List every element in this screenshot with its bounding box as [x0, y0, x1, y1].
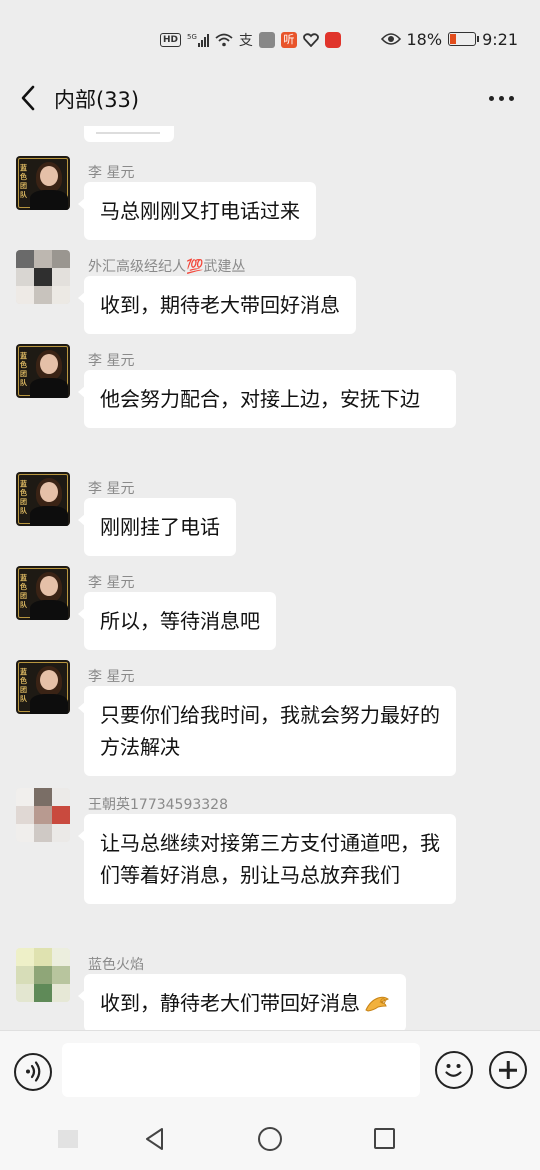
wifi-icon — [215, 33, 233, 47]
listen-app-icon: 听 — [280, 32, 297, 48]
clock: 9:21 — [482, 29, 518, 49]
avatar-seal-text: 蓝色团队 — [20, 574, 27, 609]
voice-icon — [26, 1061, 41, 1082]
avatar-seal-text: 蓝色团队 — [20, 352, 27, 387]
avatar[interactable]: 蓝色团队 — [16, 156, 70, 210]
avatar[interactable]: 蓝色团队 — [16, 566, 70, 620]
nav-back-icon[interactable] — [142, 1126, 168, 1152]
cut-off-message-bubble — [84, 126, 174, 142]
nav-indicator — [58, 1130, 78, 1148]
avatar[interactable] — [16, 250, 70, 304]
notification-app-icon — [324, 32, 341, 48]
sender-name: 王朝英17734593328 — [88, 797, 228, 813]
chat-header: 内部(33) — [0, 70, 540, 126]
battery-percent: 18% — [406, 29, 443, 49]
avatar[interactable] — [16, 948, 70, 1002]
message-bubble[interactable]: 所以，等待消息吧 — [78, 592, 276, 650]
avatar-seal-text: 蓝色团队 — [20, 164, 27, 199]
more-actions-button[interactable] — [489, 1051, 527, 1089]
avatar-seal-text: 蓝色团队 — [20, 668, 27, 703]
message-bubble[interactable]: 刚刚挂了电话 — [78, 498, 236, 556]
input-bar — [0, 1030, 540, 1112]
avatar[interactable]: 蓝色团队 — [16, 660, 70, 714]
avatar[interactable]: 蓝色团队 — [16, 472, 70, 526]
message-input[interactable] — [62, 1043, 420, 1097]
sender-name: 李 星元 — [88, 575, 135, 591]
nav-recent-apps-icon[interactable] — [374, 1128, 395, 1149]
app-icon-gray — [258, 32, 275, 48]
heart-shield-icon — [303, 33, 319, 47]
message-bubble[interactable]: 只要你们给我时间，我就会努力最好的方法解决 — [78, 686, 456, 776]
message-list[interactable]: 蓝色团队 李 星元 马总刚刚又打电话过来 外汇高级经纪人💯武建丛 收到，期待老大… — [0, 126, 540, 1030]
alipay-icon: 支 — [238, 33, 253, 49]
more-dot-icon — [488, 95, 494, 101]
eye-icon — [380, 33, 401, 45]
avatar[interactable]: 蓝色团队 — [16, 344, 70, 398]
more-dot-icon — [508, 95, 514, 101]
status-bar: HD 5G 支 听 18% 9:21 — [0, 0, 540, 80]
message-bubble[interactable]: 马总刚刚又打电话过来 — [78, 182, 316, 240]
avatar-seal-text: 蓝色团队 — [20, 480, 27, 515]
nav-home-icon[interactable] — [258, 1127, 282, 1151]
back-button[interactable] — [14, 84, 42, 112]
more-options-button[interactable] — [484, 84, 518, 112]
voice-input-button[interactable] — [14, 1053, 52, 1091]
signal-label: 5G — [187, 33, 197, 41]
chevron-left-icon — [21, 85, 35, 111]
status-right-icons: 18% 9:21 — [380, 28, 518, 50]
battery-icon — [448, 32, 480, 46]
sender-name: 李 星元 — [88, 669, 135, 685]
avatar[interactable] — [16, 788, 70, 842]
sender-name: 蓝色火焰 — [88, 957, 144, 973]
message-bubble[interactable]: 收到，静待老大们带回好消息 — [78, 974, 406, 1030]
sender-name: 李 星元 — [88, 481, 135, 497]
chat-title: 内部(33) — [54, 88, 140, 112]
emoji-button[interactable] — [435, 1051, 473, 1089]
message-text: 收到，静待老大们带回好消息 — [100, 991, 360, 1015]
hd-badge: HD — [160, 33, 182, 47]
message-bubble[interactable]: 他会努力配合，对接上边，安抚下边 — [78, 370, 456, 428]
system-nav-bar — [0, 1112, 540, 1170]
sender-name: 外汇高级经纪人💯武建丛 — [88, 259, 246, 275]
sender-name: 李 星元 — [88, 353, 135, 369]
message-bubble[interactable]: 收到，期待老大带回好消息 — [78, 276, 356, 334]
message-bubble[interactable]: 让马总继续对接第三方支付通道吧，我们等着好消息，别让马总放弃我们 — [78, 814, 456, 904]
status-left-icons: HD 5G 支 听 — [160, 30, 341, 50]
smiley-icon — [445, 1064, 462, 1077]
ok-hand-icon — [365, 996, 389, 1012]
more-dot-icon — [498, 95, 504, 101]
sender-name: 李 星元 — [88, 165, 135, 181]
signal-icon: 5G — [187, 33, 209, 47]
